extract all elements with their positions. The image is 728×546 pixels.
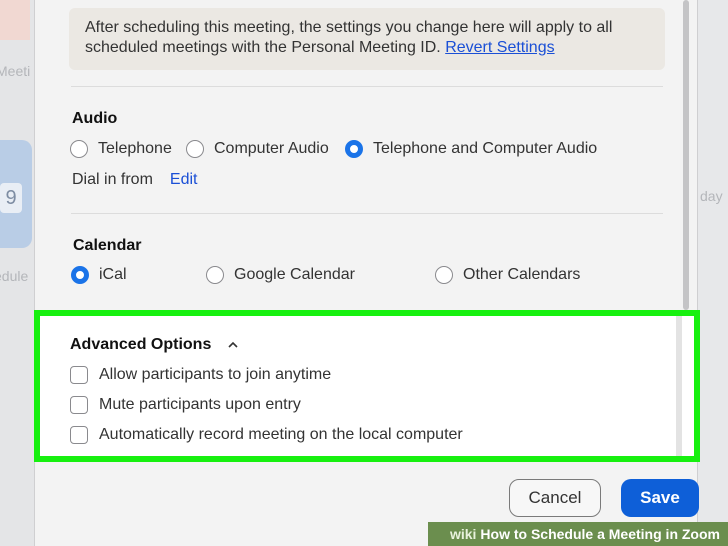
audio-option-both[interactable]: Telephone and Computer Audio bbox=[345, 140, 597, 158]
dial-in-edit-link[interactable]: Edit bbox=[170, 171, 198, 189]
checkbox[interactable] bbox=[70, 396, 88, 414]
radio-button-selected[interactable] bbox=[345, 140, 363, 158]
calendar-option-other[interactable]: Other Calendars bbox=[435, 266, 580, 284]
audio-option-computer[interactable]: Computer Audio bbox=[186, 140, 329, 158]
background-label-day: day bbox=[700, 188, 723, 204]
checkbox[interactable] bbox=[70, 426, 88, 444]
scrollbar-track[interactable] bbox=[676, 316, 682, 456]
radio-button[interactable] bbox=[70, 140, 88, 158]
calendar-option-label: Other Calendars bbox=[463, 266, 581, 283]
calendar-option-label: iCal bbox=[99, 266, 127, 283]
advanced-options-title[interactable]: Advanced Options bbox=[70, 336, 211, 354]
pmi-notice: After scheduling this meeting, the setti… bbox=[69, 8, 665, 70]
option-label: Allow participants to join anytime bbox=[99, 366, 332, 383]
watermark-text: How to Schedule a Meeting in Zoom bbox=[480, 526, 720, 542]
audio-option-telephone[interactable]: Telephone bbox=[70, 140, 172, 158]
radio-button[interactable] bbox=[186, 140, 204, 158]
cancel-button[interactable]: Cancel bbox=[509, 479, 601, 517]
watermark: wiki How to Schedule a Meeting in Zoom bbox=[428, 522, 728, 546]
watermark-prefix: wiki bbox=[449, 526, 477, 542]
revert-settings-link[interactable]: Revert Settings bbox=[445, 39, 554, 56]
option-mute-on-entry[interactable]: Mute participants upon entry bbox=[70, 396, 301, 414]
background-day-number: 9 bbox=[0, 183, 22, 213]
background-accent bbox=[0, 0, 30, 40]
background-app-right bbox=[694, 0, 728, 546]
divider bbox=[71, 213, 663, 214]
calendar-section-title: Calendar bbox=[73, 237, 142, 254]
audio-option-label: Telephone bbox=[98, 140, 172, 157]
divider bbox=[71, 86, 663, 87]
option-label: Mute participants upon entry bbox=[99, 396, 301, 413]
radio-button[interactable] bbox=[435, 266, 453, 284]
option-label: Automatically record meeting on the loca… bbox=[99, 426, 463, 443]
calendar-option-google[interactable]: Google Calendar bbox=[206, 266, 355, 284]
radio-button-selected[interactable] bbox=[71, 266, 89, 284]
audio-option-label: Computer Audio bbox=[214, 140, 329, 157]
advanced-options-panel: Advanced Options Allow participants to j… bbox=[34, 310, 700, 462]
chevron-up-icon[interactable] bbox=[226, 338, 240, 352]
schedule-meeting-dialog: After scheduling this meeting, the setti… bbox=[34, 0, 699, 546]
audio-section-title: Audio bbox=[72, 110, 118, 127]
checkbox[interactable] bbox=[70, 366, 88, 384]
option-auto-record[interactable]: Automatically record meeting on the loca… bbox=[70, 426, 463, 444]
calendar-option-label: Google Calendar bbox=[234, 266, 355, 283]
save-button[interactable]: Save bbox=[621, 479, 699, 517]
radio-button[interactable] bbox=[206, 266, 224, 284]
option-join-anytime[interactable]: Allow participants to join anytime bbox=[70, 366, 331, 384]
scrollbar[interactable] bbox=[683, 0, 689, 310]
background-label-meeting: Meeti bbox=[0, 63, 31, 79]
calendar-option-ical[interactable]: iCal bbox=[71, 266, 127, 284]
dial-in-row: Dial in from Edit bbox=[72, 171, 197, 189]
audio-option-label: Telephone and Computer Audio bbox=[373, 140, 598, 157]
background-label-schedule: edule bbox=[0, 268, 29, 284]
dial-in-label: Dial in from bbox=[72, 171, 153, 188]
